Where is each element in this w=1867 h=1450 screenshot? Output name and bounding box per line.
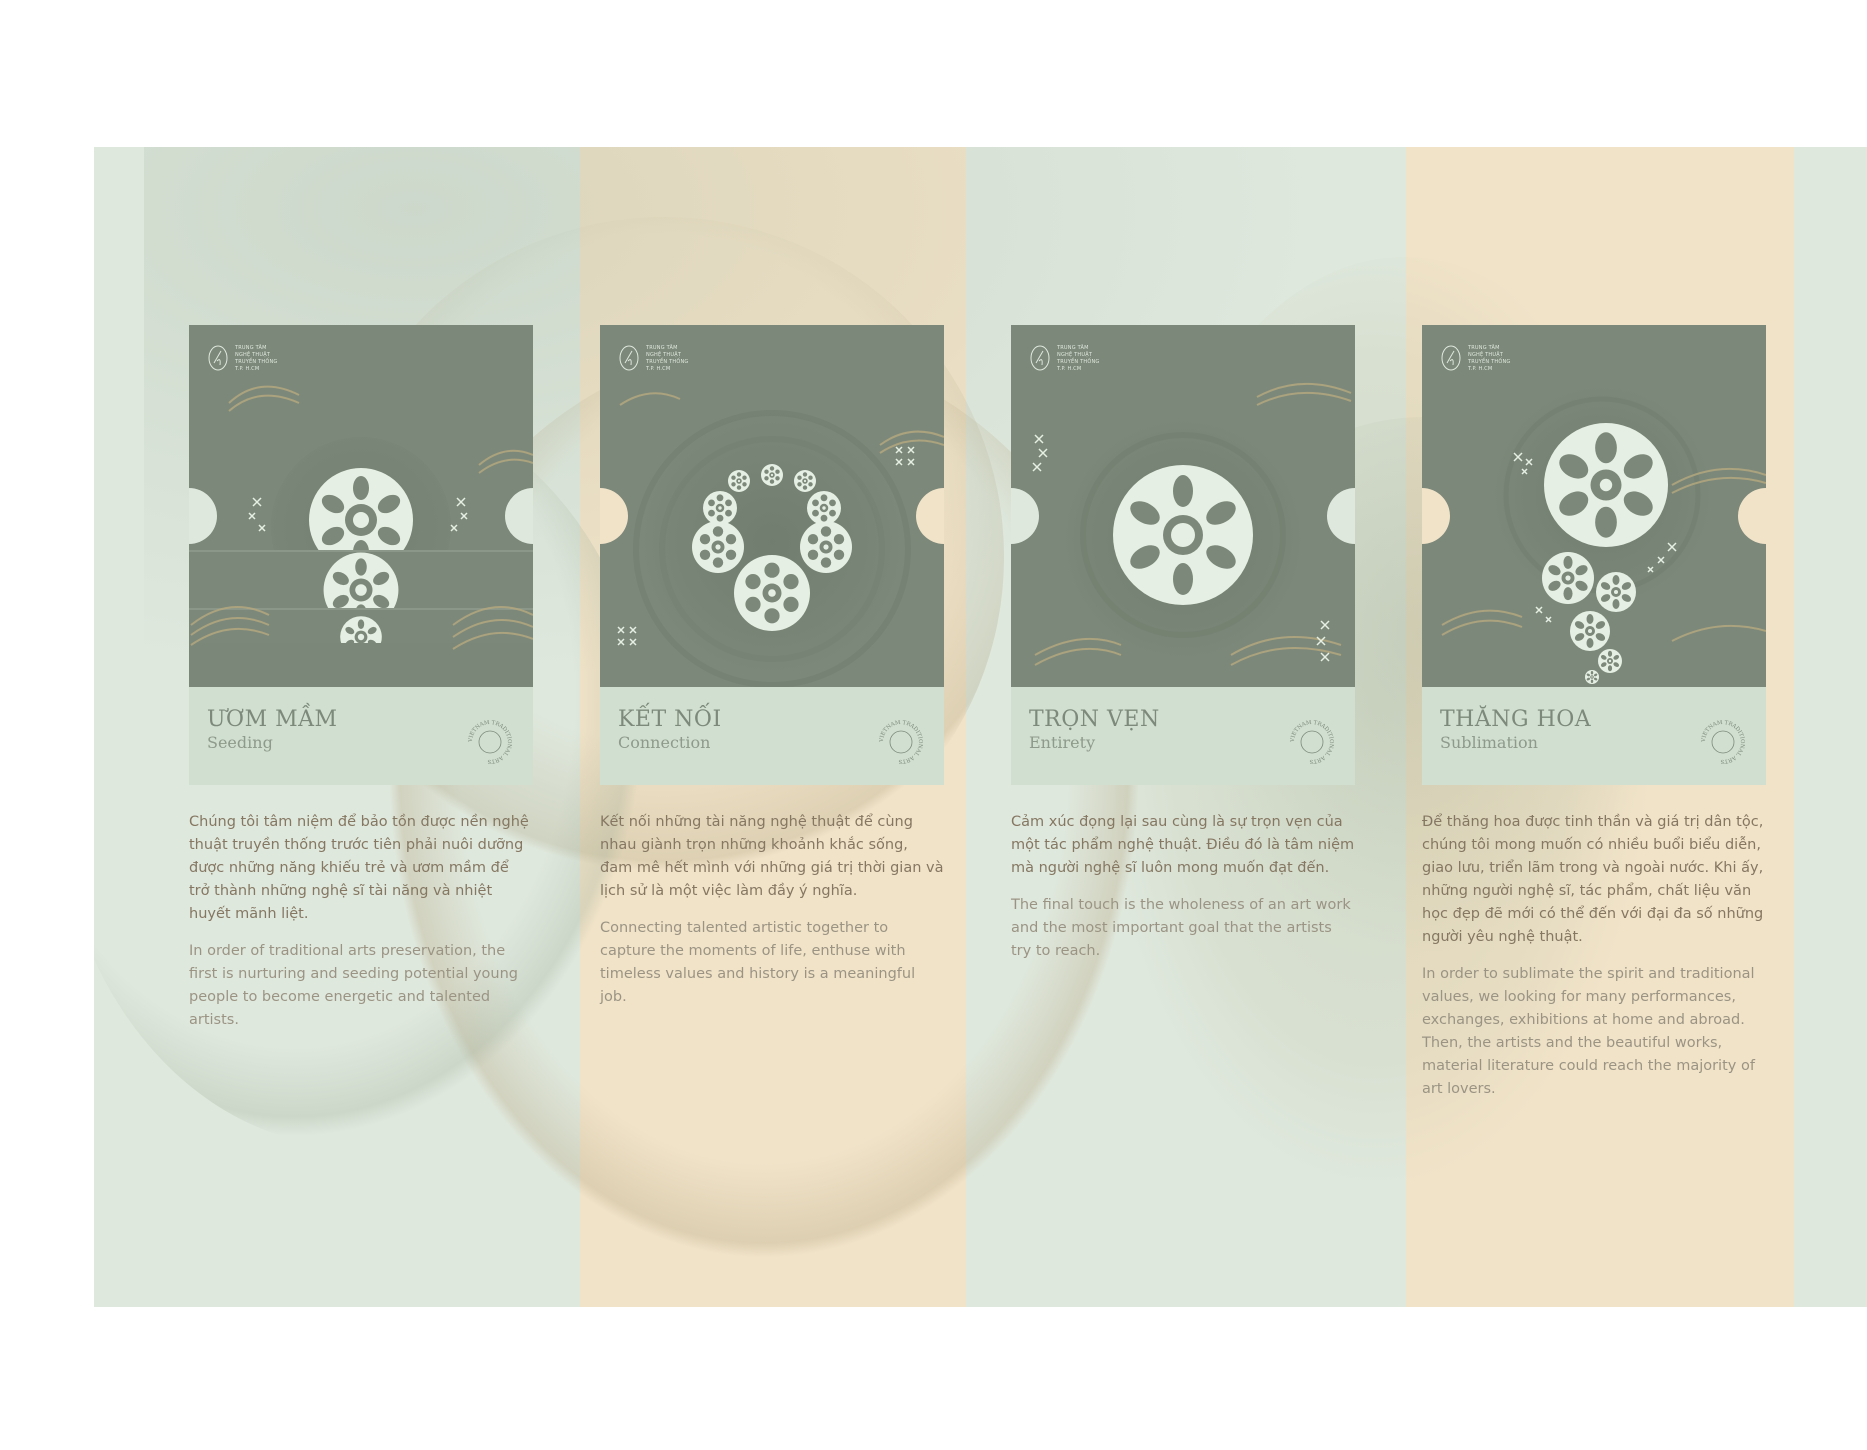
artist-emblem-icon (208, 345, 228, 371)
body-text-en: In order to sublimate the spirit and tra… (1422, 966, 1755, 1097)
center-logo: TRUNG TÂM NGHỆ THUẬT TRUYỀN THỐNG T.P. H… (207, 345, 278, 373)
card-subtitle: Seeding (207, 733, 273, 752)
body-text-en: Connecting talented artistic together to… (600, 920, 916, 1005)
logo-line: NGHỆ THUẬT (646, 352, 682, 358)
circular-seal: VIETNAM TRADITIONAL ARTS (1290, 720, 1334, 764)
circular-seal: VIETNAM TRADITIONAL ARTS (879, 720, 923, 764)
card-connection: TRUNG TÂM NGHỆ THUẬT TRUYỀN THỐNG T.P. H… (600, 325, 944, 1009)
poster-sublimation: TRUNG TÂM NGHỆ THUẬT TRUYỀN THỐNG T.P. H… (1422, 325, 1766, 687)
center-logo: TRUNG TÂM NGHỆ THUẬT TRUYỀN THỐNG T.P. H… (1029, 345, 1100, 373)
seal-text: VIETNAM TRADITIONAL ARTS (1290, 720, 1334, 764)
circular-seal: VIETNAM TRADITIONAL ARTS (1701, 720, 1745, 764)
body-text-vi: Chúng tôi tâm niệm để bảo tồn được nền n… (189, 814, 529, 922)
poster-art-entirety (1032, 382, 1352, 666)
seal-text: VIETNAM TRADITIONAL ARTS (879, 720, 923, 764)
card-seeding: TRUNG TÂM NGHỆ THUẬT TRUYỀN THỐNG T.P. H… (189, 325, 533, 1032)
logo-line: TRUYỀN THỐNG (1057, 359, 1100, 365)
card-title: ƯƠM MẦM (207, 707, 338, 732)
poster-seeding: TRUNG TÂM NGHỆ THUẬT TRUYỀN THỐNG T.P. H… (189, 325, 533, 687)
card-title: TRỌN VẸN (1029, 707, 1160, 732)
body-text-vi: Kết nối những tài năng nghệ thuật để cùn… (600, 814, 944, 899)
logo-line: TRUNG TÂM (1057, 345, 1089, 351)
card-sublimation: TRUNG TÂM NGHỆ THUẬT TRUYỀN THỐNG T.P. H… (1422, 325, 1766, 1101)
logo-line: NGHỆ THUẬT (235, 352, 271, 358)
card-entirety: TRUNG TÂM NGHỆ THUẬT TRUYỀN THỐNG T.P. H… (1011, 325, 1355, 963)
body-text-en: In order of traditional arts preservatio… (189, 943, 519, 1028)
seal-text: VIETNAM TRADITIONAL ARTS (468, 720, 512, 764)
artist-emblem-icon (619, 345, 639, 371)
circular-seal: VIETNAM TRADITIONAL ARTS (468, 720, 512, 764)
poster-entirety: TRUNG TÂM NGHỆ THUẬT TRUYỀN THỐNG T.P. H… (1011, 325, 1355, 687)
logo-line: TRUNG TÂM (1468, 345, 1500, 351)
logo-line: T.P. H.CM (1468, 366, 1493, 372)
svg-text:VIETNAM TRADITIONAL ARTS: VIETNAM TRADITIONAL ARTS (1290, 720, 1334, 764)
card-subtitle: Entirety (1029, 733, 1096, 752)
center-logo: TRUNG TÂM NGHỆ THUẬT TRUYỀN THỐNG T.P. H… (1440, 345, 1511, 373)
poster-art-seeding (189, 385, 533, 687)
poster-art-connection (617, 392, 944, 687)
logo-line: T.P. H.CM (235, 366, 260, 372)
body-text-en: The final touch is the wholeness of an a… (1011, 897, 1351, 959)
seal-text: VIETNAM TRADITIONAL ARTS (1701, 720, 1745, 764)
label-strip: KẾT NỐI Connection VIETNAM TRADITIONAL A… (600, 687, 944, 785)
poster-connection: TRUNG TÂM NGHỆ THUẬT TRUYỀN THỐNG T.P. H… (600, 325, 944, 687)
label-strip: THĂNG HOA Sublimation VIETNAM TRADITIONA… (1422, 687, 1766, 785)
artist-emblem-icon (1030, 345, 1050, 371)
poster-art-sublimation (1441, 396, 1766, 684)
logo-line: T.P. H.CM (646, 366, 671, 372)
logo-line: TRUYỀN THỐNG (1468, 359, 1511, 365)
artist-emblem-icon (1441, 345, 1461, 371)
center-logo: TRUNG TÂM NGHỆ THUẬT TRUYỀN THỐNG T.P. H… (618, 345, 689, 373)
card-title: KẾT NỐI (618, 707, 722, 732)
logo-line: TRUYỀN THỐNG (646, 359, 689, 365)
logo-line: T.P. H.CM (1057, 366, 1082, 372)
body-text-vi: Để thăng hoa được tinh thần và giá trị d… (1422, 814, 1764, 945)
stripe-green-3 (1794, 147, 1867, 1307)
label-strip: TRỌN VẸN Entirety VIETNAM TRADITIONAL AR… (1011, 687, 1355, 785)
card-title: THĂNG HOA (1440, 707, 1592, 732)
logo-line: TRUNG TÂM (646, 345, 678, 351)
body-text-vi: Cảm xúc đọng lại sau cùng là sự trọn vẹn… (1011, 814, 1355, 876)
logo-line: TRUYỀN THỐNG (235, 359, 278, 365)
logo-line: NGHỆ THUẬT (1057, 352, 1093, 358)
logo-line: TRUNG TÂM (235, 345, 267, 351)
card-subtitle: Sublimation (1440, 733, 1538, 752)
logo-line: NGHỆ THUẬT (1468, 352, 1504, 358)
label-strip: ƯƠM MẦM Seeding VIETNAM TRADITIONAL ARTS (189, 687, 533, 785)
card-subtitle: Connection (618, 733, 711, 752)
svg-text:VIETNAM TRADITIONAL ARTS: VIETNAM TRADITIONAL ARTS (1701, 720, 1745, 764)
svg-text:VIETNAM TRADITIONAL ARTS: VIETNAM TRADITIONAL ARTS (879, 720, 923, 764)
svg-text:VIETNAM TRADITIONAL ARTS: VIETNAM TRADITIONAL ARTS (468, 720, 512, 764)
